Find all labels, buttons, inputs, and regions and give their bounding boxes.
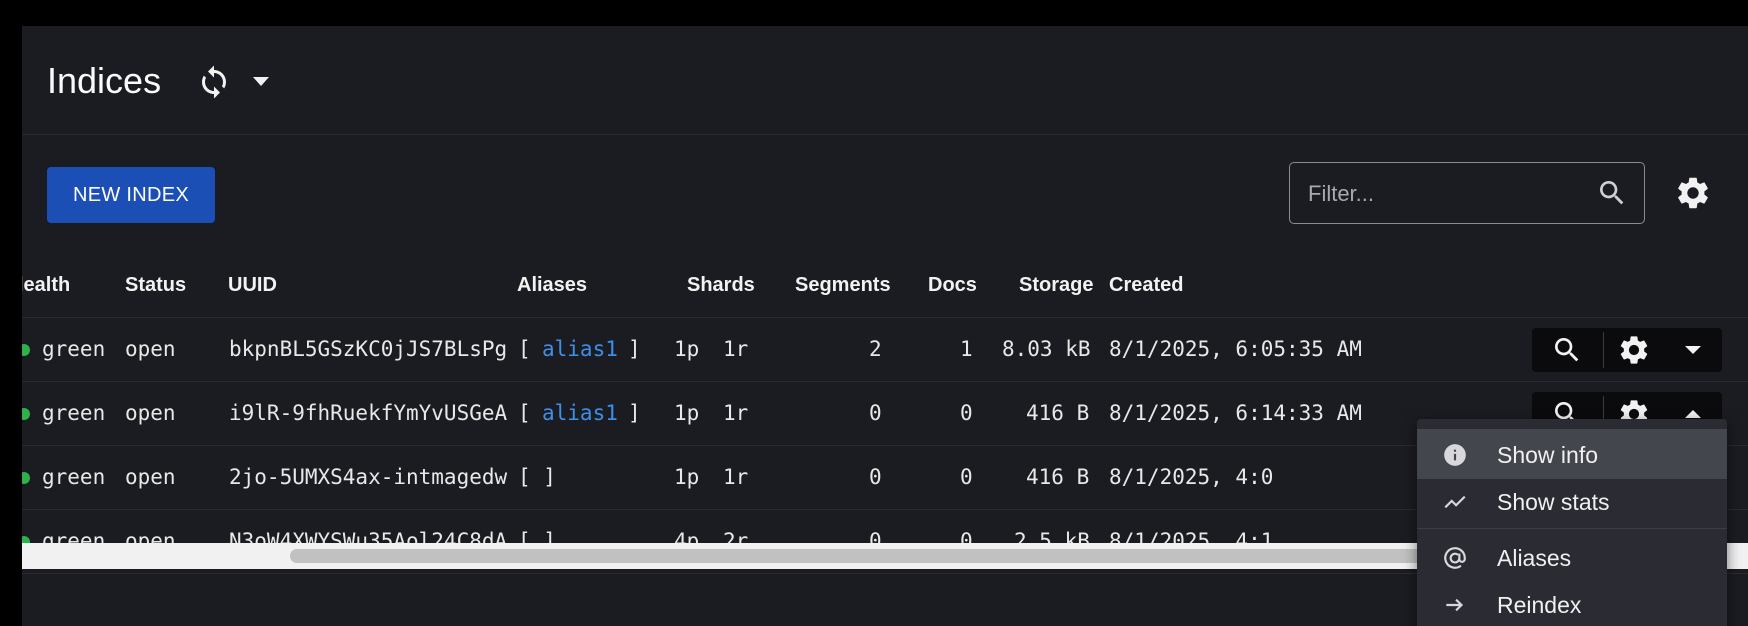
replica-shards-cell: 1r: [723, 337, 749, 361]
uuid-cell: i9lR-9fhRuekfYmYvUSGeA: [229, 401, 508, 425]
search-icon[interactable]: [1596, 177, 1628, 209]
health-status-dot: [22, 344, 30, 356]
created-cell: 8/1/2025, 6:14:33 AM: [1109, 401, 1362, 425]
health-cell: green: [42, 337, 106, 361]
menu-item-reindex[interactable]: Reindex: [1417, 579, 1727, 626]
segments-cell: 2: [869, 337, 882, 361]
divider: [1603, 332, 1604, 368]
primary-shards-cell: 1p: [674, 401, 700, 425]
aliases-close-bracket: ]: [628, 401, 641, 425]
primary-shards-cell: 1p: [674, 337, 700, 361]
storage-cell: 416 B: [1026, 465, 1090, 489]
health-status-dot: [22, 472, 30, 484]
aliases-cell: [ ]: [518, 465, 556, 489]
menu-item-show-stats[interactable]: Show stats: [1417, 476, 1727, 526]
arrow-right-icon: [1446, 598, 1464, 612]
column-health-header[interactable]: lealth: [22, 274, 70, 297]
status-cell: open: [125, 337, 176, 361]
column-aliases-header[interactable]: Aliases: [517, 274, 587, 297]
created-cell: 8/1/2025, 6:05:35 AM: [1109, 337, 1362, 361]
primary-shards-cell: 1p: [674, 465, 700, 489]
column-created-header[interactable]: Created: [1109, 274, 1183, 297]
menu-item-label: Show info: [1497, 442, 1599, 468]
docs-cell: 1: [960, 337, 973, 361]
column-segments-header[interactable]: Segments: [795, 274, 891, 297]
new-index-button[interactable]: NEW INDEX: [47, 167, 215, 223]
replica-shards-cell: 1r: [723, 401, 749, 425]
aliases-close-bracket: ]: [628, 337, 641, 361]
docs-cell: 0: [960, 401, 973, 425]
menu-divider: [1417, 528, 1727, 529]
segments-cell: 0: [869, 401, 882, 425]
trend-line-icon: [1444, 495, 1466, 509]
status-cell: open: [125, 465, 176, 489]
alias-link[interactable]: alias1: [542, 337, 618, 361]
storage-cell: 416 B: [1026, 401, 1090, 425]
filter-field: [1289, 162, 1645, 225]
column-storage-header[interactable]: Storage: [1019, 274, 1093, 297]
health-cell: green: [42, 465, 106, 489]
menu-item-aliases[interactable]: Aliases: [1417, 532, 1727, 582]
page-header: Indices: [22, 26, 1748, 135]
column-shards-header[interactable]: Shards: [687, 274, 755, 297]
column-uuid-header[interactable]: UUID: [228, 274, 277, 297]
health-status-dot: [22, 408, 30, 420]
refresh-icon[interactable]: [196, 64, 232, 100]
menu-item-label: Reindex: [1497, 592, 1582, 618]
info-icon: [1444, 444, 1466, 466]
search-icon[interactable]: [1551, 334, 1583, 366]
chevron-down-icon[interactable]: [1684, 343, 1702, 357]
created-cell: 8/1/2025, 4:0: [1109, 465, 1274, 489]
table-settings-gear-icon[interactable]: [1674, 174, 1712, 212]
column-status-header[interactable]: Status: [125, 274, 186, 297]
aliases-open-bracket: [: [518, 337, 531, 361]
indices-panel: Indices NEW INDEX lealth Status UUID Ali…: [22, 26, 1748, 626]
gear-icon[interactable]: [1617, 333, 1651, 367]
aliases-open-bracket: [: [518, 401, 531, 425]
uuid-cell: bkpnBL5GSzKC0jJS7BLsPg: [229, 337, 508, 361]
menu-item-label: Show stats: [1497, 489, 1610, 515]
menu-item-show-info[interactable]: Show info: [1417, 429, 1727, 479]
alias-link[interactable]: alias1: [542, 401, 618, 425]
row-actions-menu: Show info Show stats Aliases Reindex: [1417, 419, 1727, 626]
table-row: green open bkpnBL5GSzKC0jJS7BLsPg [ alia…: [22, 318, 1748, 382]
storage-cell: 8.03 kB: [1002, 337, 1091, 361]
replica-shards-cell: 1r: [723, 465, 749, 489]
status-cell: open: [125, 401, 176, 425]
health-cell: green: [42, 401, 106, 425]
uuid-cell: 2jo-5UMXS4ax-intmagedw: [229, 465, 508, 489]
menu-item-label: Aliases: [1497, 545, 1572, 571]
docs-cell: 0: [960, 465, 973, 489]
row-actions: [1532, 328, 1722, 372]
page-title: Indices: [47, 60, 162, 101]
filter-input[interactable]: [1306, 163, 1590, 225]
column-docs-header[interactable]: Docs: [928, 274, 977, 297]
segments-cell: 0: [869, 465, 882, 489]
refresh-options-caret-icon[interactable]: [252, 74, 270, 88]
at-sign-icon: [1444, 547, 1466, 569]
